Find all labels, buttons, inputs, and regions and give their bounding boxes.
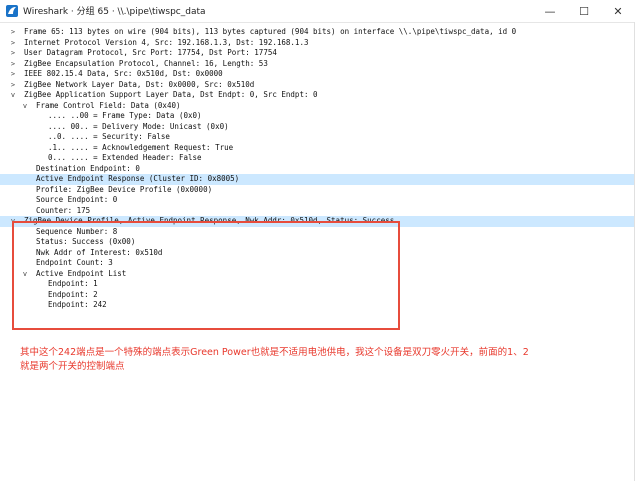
tree-row[interactable]: ..0. .... = Security: False — [0, 132, 635, 143]
tree-row-label: Frame 65: 113 bytes on wire (904 bits), … — [24, 27, 517, 36]
annotation-note: 其中这个242端点是一个特殊的端点表示Green Power也就是不适用电池供电… — [20, 346, 580, 374]
tree-row-label: Active Endpoint Response (Cluster ID: 0x… — [36, 174, 240, 183]
collapsed-chevron-icon[interactable]: > — [9, 48, 17, 59]
tree-row-label: .... ..00 = Frame Type: Data (0x0) — [48, 111, 202, 120]
tree-row-label: .1.. .... = Acknowledgement Request: Tru… — [48, 142, 234, 152]
tree-row-label: Active Endpoint List — [36, 268, 127, 278]
tree-row-label: Endpoint: 242 — [48, 300, 107, 309]
expanded-chevron-icon[interactable]: v — [9, 90, 17, 101]
expanded-chevron-icon[interactable]: v — [21, 269, 29, 280]
tree-row[interactable]: Destination Endpoint: 0 — [0, 164, 635, 175]
tree-row[interactable]: > IEEE 802.15.4 Data, Src: 0x510d, Dst: 0… — [0, 69, 635, 80]
tree-row[interactable]: > ZigBee Encapsulation Protocol, Channel:… — [0, 59, 635, 70]
tree-row[interactable]: 0... .... = Extended Header: False — [0, 153, 635, 164]
tree-row-label: Nwk Addr of Interest: 0x510d — [36, 247, 163, 257]
annotation-line-1: 其中这个242端点是一个特殊的端点表示Green Power也就是不适用电池供电… — [20, 347, 529, 358]
tree-row-label: ZigBee Device Profile, Active Endpoint R… — [24, 216, 395, 225]
tree-row[interactable]: v ZigBee Application Support Layer Data, … — [0, 90, 635, 101]
tree-row[interactable]: > Frame 65: 113 bytes on wire (904 bits),… — [0, 27, 635, 38]
tree-row-label: Frame Control Field: Data (0x40) — [36, 100, 181, 110]
tree-row-label: ZigBee Application Support Layer Data, D… — [24, 90, 318, 99]
tree-row-label: ZigBee Network Layer Data, Dst: 0x0000, … — [24, 79, 255, 89]
tree-row[interactable]: Status: Success (0x00) — [0, 237, 635, 248]
tree-row[interactable]: Endpoint: 242 — [0, 300, 635, 311]
tree-row[interactable]: Profile: ZigBee Device Profile (0x0000) — [0, 185, 635, 196]
annotation-line-2: 就是两个开关的控制端点 — [20, 361, 125, 372]
maximize-button[interactable]: ☐ — [567, 0, 601, 22]
tree-row[interactable]: Endpoint Count: 3 — [0, 258, 635, 269]
minimize-button[interactable]: — — [533, 0, 567, 22]
tree-row[interactable]: > User Datagram Protocol, Src Port: 17754… — [0, 48, 635, 59]
tree-row-label: Endpoint: 1 — [48, 279, 98, 288]
tree-row[interactable]: > Internet Protocol Version 4, Src: 192.1… — [0, 38, 635, 49]
tree-row-label: ZigBee Encapsulation Protocol, Channel: … — [24, 58, 268, 68]
tree-row[interactable]: v Frame Control Field: Data (0x40) — [0, 101, 635, 112]
tree-row-label: Source Endpoint: 0 — [36, 195, 118, 204]
tree-row[interactable]: Active Endpoint Response (Cluster ID: 0x… — [0, 174, 635, 185]
window-title: Wireshark · 分组 65 · \\.\pipe\tiwspc_data — [23, 7, 206, 17]
tree-row[interactable]: .... 00.. = Delivery Mode: Unicast (0x0) — [0, 122, 635, 133]
collapsed-chevron-icon[interactable]: > — [9, 38, 17, 49]
window-titlebar: Wireshark · 分组 65 · \\.\pipe\tiwspc_data… — [0, 0, 635, 23]
tree-row[interactable]: .1.. .... = Acknowledgement Request: Tru… — [0, 143, 635, 154]
wireshark-fin-icon — [6, 5, 18, 17]
packet-details-tree: > Frame 65: 113 bytes on wire (904 bits),… — [0, 27, 635, 333]
tree-row-label: 0... .... = Extended Header: False — [48, 153, 202, 162]
tree-row[interactable]: v Active Endpoint List — [0, 269, 635, 280]
tree-row-label: Counter: 175 — [36, 205, 91, 215]
close-button[interactable]: ✕ — [601, 0, 635, 22]
tree-row[interactable]: .... ..00 = Frame Type: Data (0x0) — [0, 111, 635, 122]
tree-row-label: Status: Success (0x00) — [36, 237, 136, 246]
tree-row-label: IEEE 802.15.4 Data, Src: 0x510d, Dst: 0x… — [24, 69, 223, 78]
expanded-chevron-icon[interactable]: v — [21, 101, 29, 112]
tree-row-label: Internet Protocol Version 4, Src: 192.16… — [24, 37, 309, 47]
tree-row-label: User Datagram Protocol, Src Port: 17754,… — [24, 48, 277, 57]
tree-row[interactable]: Counter: 175 — [0, 206, 635, 217]
collapsed-chevron-icon[interactable]: > — [9, 80, 17, 91]
tree-row[interactable]: Sequence Number: 8 — [0, 227, 635, 238]
tree-row-label: Endpoint: 2 — [48, 289, 98, 299]
tree-row-label: .... 00.. = Delivery Mode: Unicast (0x0) — [48, 121, 229, 131]
tree-row[interactable]: > ZigBee Network Layer Data, Dst: 0x0000,… — [0, 80, 635, 91]
tree-row[interactable]: Endpoint: 2 — [0, 290, 635, 301]
collapsed-chevron-icon[interactable]: > — [9, 27, 17, 38]
collapsed-chevron-icon[interactable]: > — [9, 59, 17, 70]
tree-row-label: Destination Endpoint: 0 — [36, 163, 140, 173]
expanded-chevron-icon[interactable]: v — [9, 216, 17, 227]
tree-row-label: Endpoint Count: 3 — [36, 258, 113, 267]
tree-row[interactable]: Nwk Addr of Interest: 0x510d — [0, 248, 635, 259]
tree-row-label: ..0. .... = Security: False — [48, 132, 170, 141]
tree-row[interactable]: Endpoint: 1 — [0, 279, 635, 290]
tree-row[interactable]: v ZigBee Device Profile, Active Endpoint … — [0, 216, 635, 227]
tree-row-label: Profile: ZigBee Device Profile (0x0000) — [36, 184, 213, 194]
tree-row-label: Sequence Number: 8 — [36, 226, 118, 236]
collapsed-chevron-icon[interactable]: > — [9, 69, 17, 80]
tree-row[interactable]: Source Endpoint: 0 — [0, 195, 635, 206]
